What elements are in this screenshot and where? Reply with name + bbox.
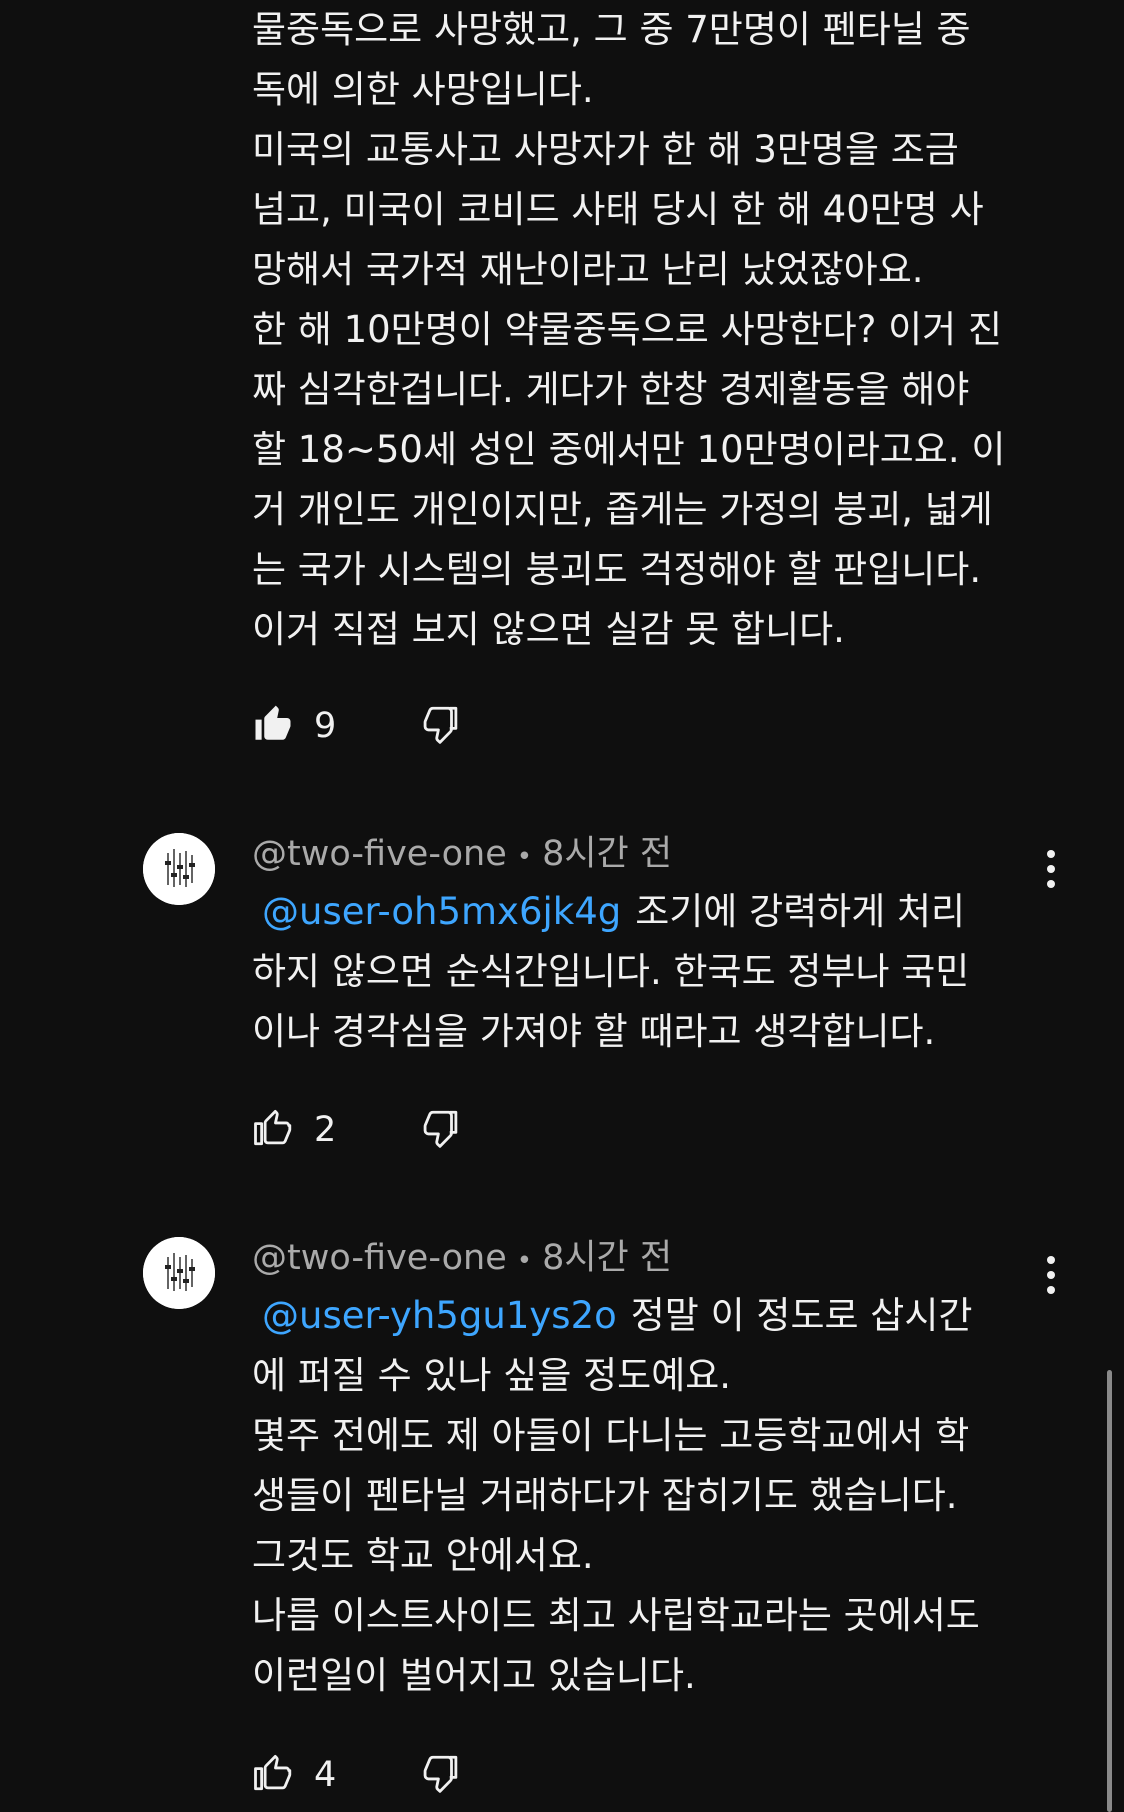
timestamp: 8시간 전 [542, 1238, 673, 1278]
mention-link[interactable]: @user-oh5mx6jk4g [262, 890, 621, 933]
comment-line: 넘고, 미국이 코비드 사태 당시 한 해 40만명 사 [252, 188, 984, 231]
dislike-button[interactable] [420, 1100, 462, 1160]
like-button[interactable]: 4 [252, 1745, 336, 1805]
comment-line: 한 해 10만명이 약물중독으로 사망한다? 이거 진 [252, 308, 1003, 351]
comment-line: 는 국가 시스템의 붕괴도 걱정해야 할 판입니다. [252, 548, 982, 591]
thumbs-down-icon [420, 703, 462, 749]
comment-line: 하지 않으면 순식간입니다. 한국도 정부나 국민 [252, 950, 970, 993]
reply-actions: 4 [252, 1745, 652, 1805]
comment-text: 조기에 강력하게 처리 [635, 890, 966, 933]
comment-line: 그것도 학교 안에서요. [252, 1534, 594, 1577]
comment-line: 짜 심각한겁니다. 게다가 한창 경제활동을 해야 [252, 368, 970, 411]
comment-line: 할 18~50세 성인 중에서만 10만명이라고요. 이 [252, 428, 1006, 471]
avatar[interactable] [143, 833, 215, 905]
equalizer-avatar-icon [143, 1237, 215, 1309]
top-comment-body: 물중독으로 사망했고, 그 중 7만명이 펜타닐 중 독에 의한 사망입니다. … [252, 0, 1062, 660]
comment-line: 이나 경각심을 가져야 할 때라고 생각합니다. [252, 1010, 936, 1053]
like-button[interactable]: 2 [252, 1100, 336, 1160]
like-count: 2 [314, 1110, 337, 1150]
dislike-button[interactable] [420, 1745, 462, 1805]
thumbs-down-icon [420, 1107, 462, 1153]
scrollbar[interactable] [1107, 1370, 1112, 1812]
comment-line: 미국의 교통사고 사망자가 한 해 3만명을 조금 [252, 128, 959, 171]
dislike-button[interactable] [420, 696, 462, 756]
thumbs-up-icon [252, 1107, 294, 1153]
thumbs-up-icon [252, 1752, 294, 1798]
timestamp: 8시간 전 [542, 834, 673, 874]
thumbs-up-icon [252, 703, 294, 749]
comment-line: 망해서 국가적 재난이라고 난리 났었잖아요. [252, 248, 924, 291]
comment-line: 거 개인도 개인이지만, 좁게는 가정의 붕괴, 넓게 [252, 488, 993, 531]
comment-line: @user-oh5mx6jk4g 조기에 강력하게 처리 [252, 882, 1062, 942]
comment-line: 독에 의한 사망입니다. [252, 68, 594, 111]
reply-body: @user-oh5mx6jk4g 조기에 강력하게 처리 하지 않으면 순식간입니… [252, 882, 1062, 1062]
separator-dot: • [516, 1246, 533, 1276]
comment-line: 나름 이스트사이드 최고 사립학교라는 곳에서도 [252, 1594, 980, 1637]
thumbs-down-icon [420, 1752, 462, 1798]
comment-line: 이거 직접 보지 않으면 실감 못 합니다. [252, 608, 845, 651]
equalizer-avatar-icon [143, 833, 215, 905]
comment-line: @user-yh5gu1ys2o 정말 이 정도로 삽시간 [252, 1286, 1062, 1346]
comment-line: 몇주 전에도 제 아들이 다니는 고등학교에서 학 [252, 1414, 970, 1457]
author-handle[interactable]: @two-five-one [252, 834, 507, 874]
author-handle[interactable]: @two-five-one [252, 1238, 507, 1278]
like-count: 4 [314, 1755, 337, 1795]
reply-header: @two-five-one • 8시간 전 [252, 1233, 672, 1283]
top-comment-actions: 9 [252, 696, 652, 756]
reply-actions: 2 [252, 1100, 652, 1160]
comment-line: 에 퍼질 수 있나 싶을 정도예요. [252, 1354, 732, 1397]
separator-dot: • [516, 842, 533, 872]
reply-header: @two-five-one • 8시간 전 [252, 829, 672, 879]
comment-line: 이런일이 벌어지고 있습니다. [252, 1654, 696, 1697]
comment-line: 물중독으로 사망했고, 그 중 7만명이 펜타닐 중 [252, 8, 971, 51]
comment-text: 정말 이 정도로 삽시간 [630, 1294, 973, 1337]
comment-line: 생들이 펜타닐 거래하다가 잡히기도 했습니다. [252, 1474, 958, 1517]
like-count: 9 [314, 706, 337, 746]
mention-link[interactable]: @user-yh5gu1ys2o [262, 1294, 617, 1337]
reply-body: @user-yh5gu1ys2o 정말 이 정도로 삽시간 에 퍼질 수 있나 싶… [252, 1286, 1062, 1706]
like-button[interactable]: 9 [252, 696, 336, 756]
avatar[interactable] [143, 1237, 215, 1309]
